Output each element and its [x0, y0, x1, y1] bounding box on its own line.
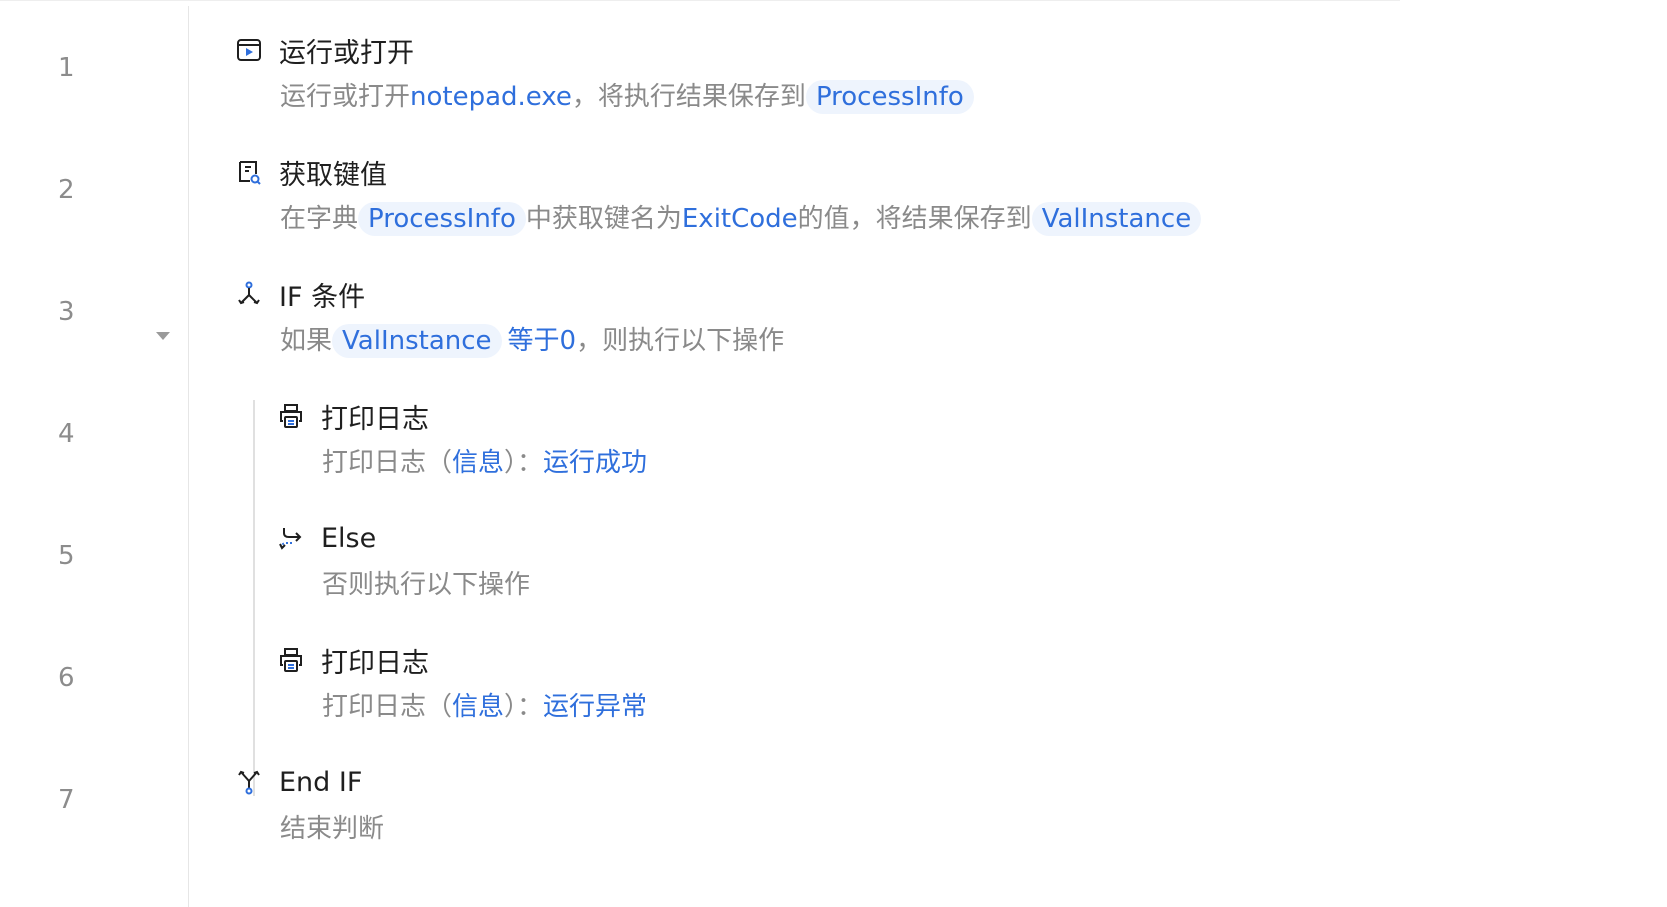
dictionary-key-icon: [235, 158, 263, 186]
literal-value[interactable]: notepad.exe: [410, 82, 572, 112]
literal-value[interactable]: 信息: [452, 448, 504, 478]
step-title: 运行或打开: [279, 37, 414, 69]
step-print-log-error[interactable]: 打印日志 打印日志（信息）：运行异常: [277, 643, 647, 727]
run-window-icon: [235, 36, 263, 64]
line-number: 7: [58, 785, 75, 815]
line-number: 3: [58, 297, 75, 327]
variable-chip[interactable]: ProcessInfo: [358, 202, 526, 236]
step-else[interactable]: Else 否则执行以下操作: [277, 521, 530, 605]
literal-value[interactable]: ExitCode: [682, 204, 798, 234]
else-branch-icon: [277, 524, 305, 552]
desc-text: ，则执行以下操作: [576, 326, 785, 356]
step-description: 如果 ValInstance 等于0，则执行以下操作: [280, 321, 784, 361]
printer-icon: [277, 646, 305, 674]
literal-value[interactable]: 运行成功: [543, 448, 647, 478]
gutter-divider: [188, 6, 189, 907]
desc-text: 打印日志（: [322, 692, 453, 722]
step-description: 结束判断: [280, 809, 384, 849]
desc-text: 如果: [280, 326, 333, 356]
line-number: 4: [58, 419, 75, 449]
step-end-if[interactable]: End IF 结束判断: [235, 765, 384, 849]
step-title: 打印日志: [321, 647, 429, 679]
step-title: 打印日志: [321, 403, 429, 435]
step-title: Else: [321, 522, 377, 554]
step-title: 获取键值: [279, 159, 387, 191]
step-description: 在字典 ProcessInfo 中获取键名为ExitCode的值，将结果保存到 Val…: [280, 199, 1202, 239]
desc-text: ）：: [504, 448, 544, 478]
step-print-log-success[interactable]: 打印日志 打印日志（信息）：运行成功: [277, 399, 647, 483]
line-number: 2: [58, 175, 75, 205]
desc-text: 打印日志（: [322, 448, 453, 478]
branch-if-icon: [235, 280, 263, 308]
variable-chip[interactable]: ValInstance: [1031, 202, 1202, 236]
step-title: End IF: [279, 766, 363, 798]
literal-value[interactable]: 等于0: [508, 326, 577, 356]
step-description: 运行或打开notepad.exe，将执行结果保存到 ProcessInfo: [280, 77, 974, 117]
desc-text: ）：: [504, 692, 544, 722]
desc-text: 结束判断: [280, 814, 385, 844]
step-title: IF 条件: [279, 281, 366, 313]
desc-text: 在字典: [280, 204, 359, 234]
literal-value[interactable]: 运行异常: [543, 692, 647, 722]
step-description: 打印日志（信息）：运行成功: [322, 443, 647, 483]
step-if-condition[interactable]: IF 条件 如果 ValInstance 等于0，则执行以下操作: [235, 277, 784, 361]
desc-text: 中获取键名为: [525, 204, 682, 234]
merge-end-if-icon: [235, 768, 263, 796]
line-number: 6: [58, 663, 75, 693]
literal-value[interactable]: 信息: [452, 692, 504, 722]
if-block-guide-line: [253, 400, 255, 796]
flow-editor: 1 2 3 4 5 6 7 运行或打开 运行或打开notepad.exe，将执行…: [0, 0, 1667, 907]
step-description: 否则执行以下操作: [322, 565, 530, 605]
desc-text: 运行或打开: [280, 82, 411, 112]
top-divider: [0, 0, 1400, 1]
step-description: 打印日志（信息）：运行异常: [322, 687, 647, 727]
variable-chip[interactable]: ProcessInfo: [805, 80, 974, 114]
desc-text: ，将执行结果保存到: [571, 82, 806, 112]
desc-text: 的值，将结果保存到: [797, 204, 1032, 234]
line-number: 1: [58, 53, 75, 83]
desc-text: 否则执行以下操作: [322, 570, 531, 600]
line-number: 5: [58, 541, 75, 571]
printer-icon: [277, 402, 305, 430]
step-run-or-open[interactable]: 运行或打开 运行或打开notepad.exe，将执行结果保存到 ProcessIn…: [235, 33, 974, 117]
step-get-key-value[interactable]: 获取键值 在字典 ProcessInfo 中获取键名为ExitCode的值，将结果保…: [235, 155, 1202, 239]
collapse-toggle-caret-icon[interactable]: [156, 332, 170, 340]
variable-chip[interactable]: ValInstance: [332, 324, 502, 358]
